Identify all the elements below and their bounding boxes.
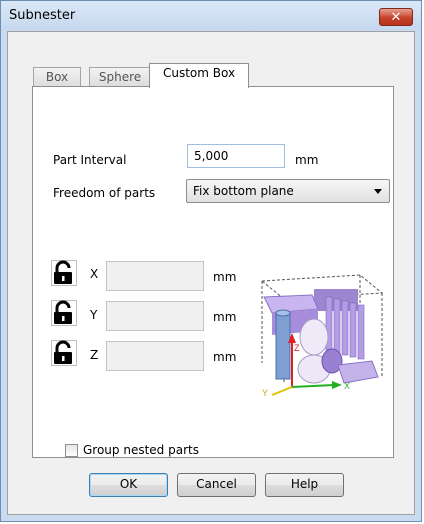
axis-z-unit: mm: [213, 350, 237, 364]
group-nested-label: Group nested parts: [83, 443, 199, 457]
preview-x-axis-label: X: [344, 381, 350, 391]
close-icon: ✕: [390, 10, 402, 25]
axis-y-unit: mm: [213, 310, 237, 324]
part-preview-image: Z X Y: [260, 274, 384, 397]
axis-z-label: Z: [90, 348, 99, 362]
chevron-down-icon: [374, 189, 382, 194]
axis-x-input[interactable]: [106, 261, 204, 291]
cancel-button[interactable]: Cancel: [177, 473, 256, 497]
freedom-dropdown[interactable]: Fix bottom plane: [186, 179, 390, 203]
window-title: Subnester: [9, 8, 76, 23]
close-button[interactable]: ✕: [379, 8, 413, 26]
group-nested-checkbox[interactable]: [65, 444, 78, 457]
title-bar[interactable]: Subnester ✕: [1, 1, 421, 31]
lock-x-icon[interactable]: [51, 260, 77, 286]
custom-box-panel: Part Interval 5,000 mm Freedom of parts …: [32, 86, 394, 458]
preview-z-axis-label: Z: [294, 343, 300, 353]
freedom-selected-value: Fix bottom plane: [193, 184, 294, 198]
ok-button[interactable]: OK: [89, 473, 168, 497]
help-button[interactable]: Help: [265, 473, 344, 497]
tab-custom-box[interactable]: Custom Box: [149, 63, 249, 88]
freedom-label: Freedom of parts: [53, 186, 156, 200]
part-interval-unit: mm: [295, 153, 319, 167]
part-interval-input[interactable]: 5,000: [187, 144, 285, 168]
axis-x-unit: mm: [213, 270, 237, 284]
lock-y-icon[interactable]: [51, 300, 77, 326]
tab-box[interactable]: Box: [33, 67, 81, 87]
axis-y-input[interactable]: [106, 301, 204, 331]
part-interval-label: Part Interval: [53, 153, 127, 167]
subnester-dialog: Subnester ✕ Box Sphere Custom Box Part I…: [0, 0, 422, 522]
axis-z-input[interactable]: [106, 341, 204, 371]
axis-y-label: Y: [90, 308, 98, 322]
dialog-client-area: Box Sphere Custom Box Part Interval 5,00…: [7, 31, 415, 515]
lock-z-icon[interactable]: [51, 340, 77, 366]
tab-sphere[interactable]: Sphere: [89, 67, 151, 87]
axis-x-label: X: [90, 267, 99, 281]
preview-y-axis-label: Y: [262, 388, 268, 397]
